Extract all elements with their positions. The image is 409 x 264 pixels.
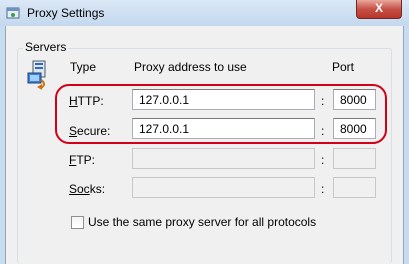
same-proxy-checkbox-label[interactable]: Use the same proxy server for all protoc… [88,215,316,229]
ftp-colon: : [321,153,325,167]
title-bar: Proxy Settings X [0,0,409,26]
socks-label: Socks: [69,182,106,196]
socks-port-input[interactable] [333,177,376,198]
window-app-icon [6,7,20,19]
highlight-annotation [55,84,387,144]
close-button[interactable]: X [356,0,402,19]
type-column-header: Type [70,60,97,74]
window-title: Proxy Settings [27,6,105,20]
ftp-address-input[interactable] [132,148,315,169]
port-column-header: Port [332,60,355,74]
servers-group-label: Servers [23,40,69,54]
ftp-port-input[interactable] [333,148,376,169]
address-column-header: Proxy address to use [134,60,247,74]
same-proxy-checkbox[interactable] [71,216,84,229]
ftp-label: FTP: [69,153,96,167]
socks-colon: : [321,182,325,196]
socks-address-input[interactable] [132,177,315,198]
servers-icon [27,60,46,90]
